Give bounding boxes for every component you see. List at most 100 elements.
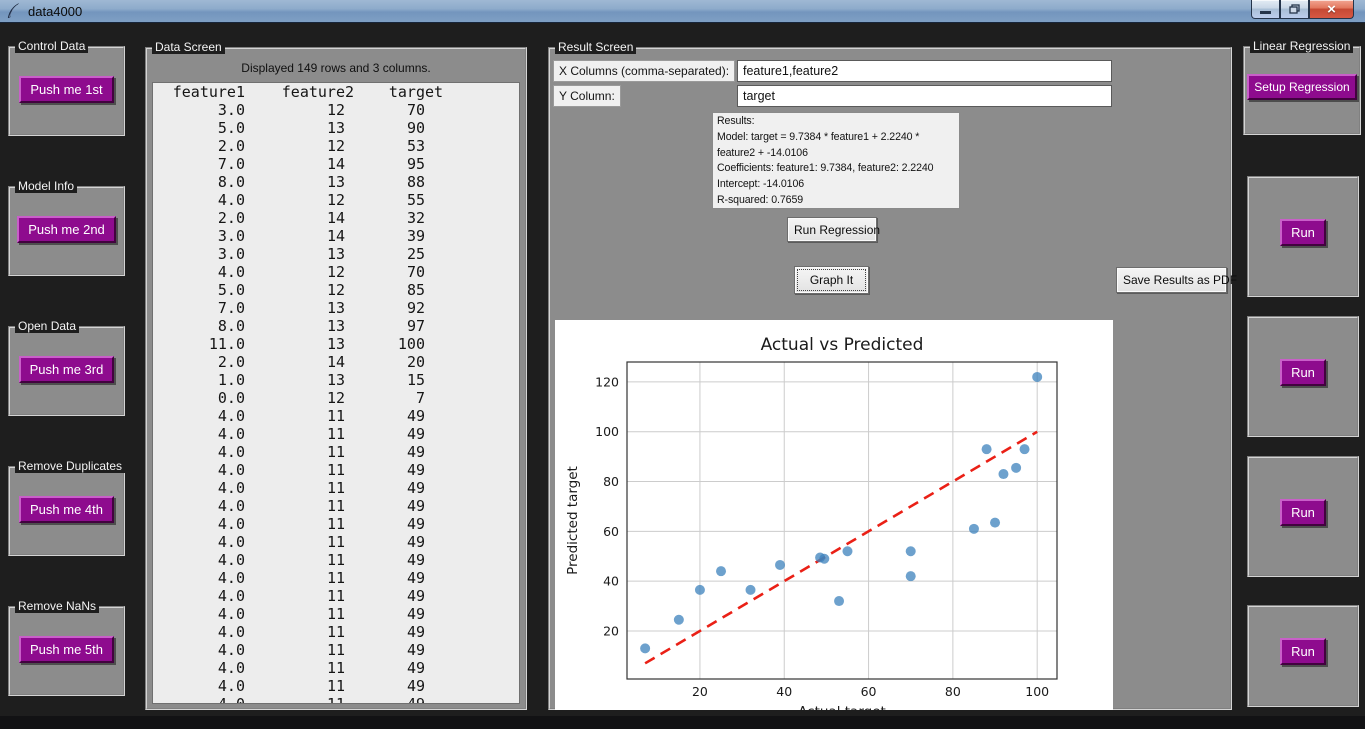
table-cell: 11 [245,587,345,605]
table-cell: 13 [245,173,345,191]
table-cell: 49 [345,425,425,443]
setup-regression-button[interactable]: Setup Regression [1247,74,1356,100]
data-table[interactable]: feature1 feature2 target 3.012705.013902… [152,82,520,704]
bottom-edge [0,716,1365,729]
table-cell: 4.0 [159,407,245,425]
table-cell: 49 [345,551,425,569]
group-label: Control Data [15,39,88,53]
y-axis-label: Predicted target [565,466,581,575]
table-cell: 4.0 [159,695,245,704]
run-button-3[interactable]: Run [1280,499,1326,526]
table-row: 4.01149 [159,425,519,443]
table-cell: 92 [345,299,425,317]
table-cell: 49 [345,695,425,704]
table-cell: 12 [245,389,345,407]
save-results-pdf-button[interactable]: Save Results as PDF [1116,267,1227,293]
table-cell: 4.0 [159,641,245,659]
chart-svg: 2040608010020406080100120Actual vs Predi… [555,320,1113,710]
table-cell: 1.0 [159,371,245,389]
table-row: 5.01390 [159,119,519,137]
push-me-1st-button[interactable]: Push me 1st [19,76,113,103]
table-row: 8.01388 [159,173,519,191]
table-cell: 12 [245,191,345,209]
push-me-5th-button[interactable]: Push me 5th [19,636,114,663]
group-model-info: Model Info Push me 2nd [8,186,125,276]
y-tick-label: 20 [603,623,619,638]
table-cell: 11 [245,551,345,569]
window-title: data4000 [28,4,82,19]
table-cell: 70 [345,263,425,281]
table-cell: 39 [345,227,425,245]
table-cell: 100 [345,335,425,353]
y-tick-label: 80 [603,474,619,489]
scatter-point [746,585,756,595]
run-regression-button[interactable]: Run Regression [787,217,877,242]
run-button-1[interactable]: Run [1280,219,1326,246]
table-cell: 12 [245,137,345,155]
table-cell: 4.0 [159,263,245,281]
scatter-point [1020,444,1030,454]
restore-button[interactable] [1280,0,1309,19]
table-cell: 4.0 [159,659,245,677]
run-box-2: Run [1247,316,1359,437]
push-me-2nd-button[interactable]: Push me 2nd [17,216,116,243]
y-column-input[interactable] [737,85,1112,107]
table-cell: 55 [345,191,425,209]
restore-icon [1289,4,1300,14]
scatter-point [640,643,650,653]
run-box-3: Run [1247,456,1359,577]
group-label: Model Info [15,179,77,193]
table-row: 4.01149 [159,695,519,704]
x-tick-label: 80 [945,684,961,699]
scatter-point [834,596,844,606]
y-tick-label: 40 [603,574,619,589]
column-header: target [363,83,443,101]
table-row: 3.01325 [159,245,519,263]
table-row: 4.01149 [159,551,519,569]
table-cell: 49 [345,407,425,425]
table-cell: 11 [245,497,345,515]
table-cell: 4.0 [159,551,245,569]
close-button[interactable]: × [1309,0,1354,19]
table-cell: 20 [345,353,425,371]
group-remove-duplicates: Remove Duplicates Push me 4th [8,466,125,556]
y-tick-label: 60 [603,524,619,539]
table-cell: 49 [345,443,425,461]
table-cell: 12 [245,263,345,281]
table-cell: 4.0 [159,623,245,641]
table-cell: 14 [245,209,345,227]
minimize-button[interactable] [1251,0,1280,19]
table-cell: 7 [345,389,425,407]
push-me-4th-button[interactable]: Push me 4th [19,496,114,523]
group-label: Remove NaNs [15,599,99,613]
table-cell: 4.0 [159,569,245,587]
table-cell: 5.0 [159,119,245,137]
table-cell: 13 [245,317,345,335]
table-row: 4.01149 [159,659,519,677]
graph-it-button[interactable]: Graph It [794,266,869,294]
table-row: 4.01149 [159,407,519,425]
scatter-point [990,518,1000,528]
table-row: 2.01253 [159,137,519,155]
run-button-4[interactable]: Run [1280,638,1326,665]
table-cell: 4.0 [159,533,245,551]
table-cell: 12 [245,281,345,299]
group-label: Result Screen [555,40,636,54]
group-control-data: Control Data Push me 1st [8,46,125,136]
table-cell: 4.0 [159,461,245,479]
table-cell: 4.0 [159,497,245,515]
table-cell: 70 [345,101,425,119]
table-cell: 49 [345,677,425,695]
table-row: 4.01270 [159,263,519,281]
table-cell: 49 [345,533,425,551]
table-cell: 11 [245,659,345,677]
x-columns-input[interactable] [737,60,1112,82]
regression-results-text: Results: Model: target = 9.7384 * featur… [712,112,960,209]
table-cell: 7.0 [159,299,245,317]
push-me-3rd-button[interactable]: Push me 3rd [19,356,115,383]
window-titlebar[interactable]: data4000 × [0,0,1365,23]
table-cell: 49 [345,479,425,497]
table-row: 2.01432 [159,209,519,227]
x-axis-label: Actual target [798,704,886,710]
run-button-2[interactable]: Run [1280,359,1326,386]
